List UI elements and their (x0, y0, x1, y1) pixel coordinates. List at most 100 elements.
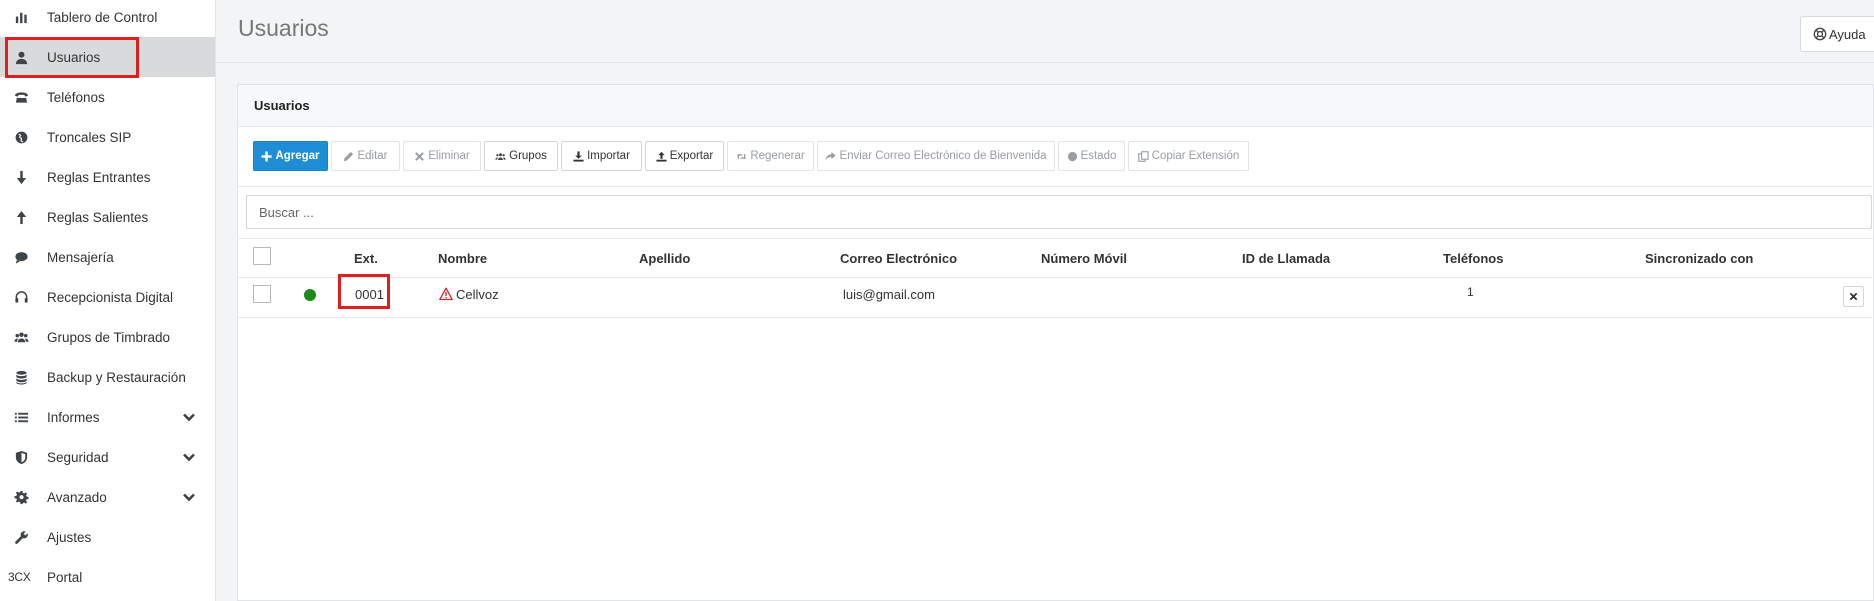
export-label: Exportar (669, 150, 714, 162)
gear-icon (12, 488, 30, 506)
phone-icon (12, 88, 30, 106)
group-icon (495, 151, 506, 162)
column-header-ext[interactable]: Ext. (354, 251, 378, 266)
plus-icon (261, 150, 272, 162)
search-input[interactable] (246, 195, 1872, 229)
sidebar-item-digital-receptionist[interactable]: Recepcionista Digital (0, 277, 215, 317)
table-header-divider (238, 277, 1873, 278)
sidebar-item-users[interactable]: Usuarios (0, 37, 215, 77)
chevron-down-icon[interactable] (182, 490, 196, 504)
cell-first-name-text: Cellvoz (456, 287, 499, 302)
column-header-first-name[interactable]: Nombre (438, 251, 487, 266)
sidebar-item-label: Reglas Salientes (47, 209, 149, 225)
sidebar-item-label: Seguridad (47, 449, 109, 465)
sidebar-item-reports[interactable]: Informes (0, 397, 215, 437)
sidebar-item-backup-restore[interactable]: Backup y Restauración (0, 357, 215, 397)
regenerate-label: Regenerar (750, 150, 805, 162)
sidebar-item-ring-groups[interactable]: Grupos de Timbrado (0, 317, 215, 357)
status-indicator (304, 289, 316, 301)
import-label: Importar (587, 150, 630, 162)
cell-phones: 1 (1467, 285, 1474, 299)
import-button[interactable]: Importar (561, 141, 642, 171)
help-button[interactable]: Ayuda (1800, 16, 1874, 52)
sidebar-item-settings[interactable]: Ajustes (0, 517, 215, 557)
sidebar-item-label: Grupos de Timbrado (47, 329, 171, 345)
headset-icon (12, 288, 30, 306)
edit-label: Editar (357, 150, 388, 162)
wrench-icon (12, 528, 30, 546)
sidebar-item-label: Informes (47, 409, 100, 425)
panel-title: Usuarios (254, 98, 310, 113)
column-header-phones[interactable]: Teléfonos (1443, 251, 1503, 266)
chat-icon (12, 248, 30, 266)
sidebar-item-label: Portal (47, 569, 83, 585)
row-delete-button[interactable] (1843, 286, 1864, 307)
delete-label: Eliminar (428, 150, 470, 162)
download-icon (573, 150, 584, 162)
column-header-synced-with[interactable]: Sincronizado con (1645, 251, 1753, 266)
cell-email: luis@gmail.com (843, 287, 935, 302)
close-icon (414, 151, 425, 162)
sidebar-item-outbound-rules[interactable]: Reglas Salientes (0, 197, 215, 237)
help-label: Ayuda (1829, 26, 1866, 42)
cell-ext: 0001 (355, 287, 384, 302)
users-panel: Usuarios Agregar Editar Eliminar Grupos … (237, 84, 1874, 601)
sidebar-item-inbound-rules[interactable]: Reglas Entrantes (0, 157, 215, 197)
globe-icon (12, 128, 30, 146)
add-label: Agregar (275, 150, 320, 162)
toolbar-divider (238, 186, 1873, 187)
sidebar-item-label: Troncales SIP (47, 129, 132, 145)
page-title: Usuarios (238, 15, 329, 41)
groups-button[interactable]: Grupos (484, 141, 558, 171)
shield-icon (12, 448, 30, 466)
groups-label: Grupos (509, 150, 547, 162)
sidebar-item-advanced[interactable]: Avanzado (0, 477, 215, 517)
table-top-divider (238, 238, 1873, 239)
arrow-up-icon (12, 208, 30, 226)
status-button[interactable]: Estado (1058, 141, 1125, 171)
chevron-down-icon[interactable] (182, 410, 196, 424)
chevron-down-icon[interactable] (182, 450, 196, 464)
share-icon (825, 151, 836, 162)
cell-first-name: Cellvoz (439, 287, 499, 302)
table-row-divider (238, 317, 1873, 318)
send-welcome-email-button[interactable]: Enviar Correo Electrónico de Bienvenida (817, 141, 1055, 171)
retweet-icon (736, 151, 747, 162)
export-button[interactable]: Exportar (645, 141, 724, 171)
sidebar-item-label: Recepcionista Digital (47, 289, 174, 305)
delete-button[interactable]: Eliminar (403, 141, 481, 171)
sidebar-item-label: Avanzado (47, 489, 107, 505)
copy-extension-label: Copiar Extensión (1151, 150, 1240, 162)
sidebar-item-security[interactable]: Seguridad (0, 437, 215, 477)
sidebar-item-label: Backup y Restauración (47, 369, 186, 385)
column-header-email[interactable]: Correo Electrónico (840, 251, 957, 266)
group-icon (12, 328, 30, 346)
regenerate-button[interactable]: Regenerar (727, 141, 814, 171)
close-icon (1849, 292, 1858, 301)
sidebar-item-label: Reglas Entrantes (47, 169, 151, 185)
copy-icon (1137, 150, 1149, 162)
circle-icon (1067, 151, 1078, 162)
row-checkbox[interactable] (253, 285, 271, 303)
sidebar-item-dashboard[interactable]: Tablero de Control (0, 0, 215, 37)
sidebar-item-sip-trunks[interactable]: Troncales SIP (0, 117, 215, 157)
column-header-caller-id[interactable]: ID de Llamada (1242, 251, 1330, 266)
sidebar-item-phones[interactable]: Teléfonos (0, 77, 215, 117)
panel-header: Usuarios (238, 85, 1873, 127)
sidebar-item-messaging[interactable]: Mensajería (0, 237, 215, 277)
upload-icon (656, 151, 667, 162)
column-header-mobile[interactable]: Número Móvil (1041, 251, 1127, 266)
list-icon (12, 408, 30, 426)
sidebar-item-label: Teléfonos (47, 89, 105, 105)
column-header-last-name[interactable]: Apellido (639, 251, 690, 266)
sidebar-item-portal[interactable]: 3CX Portal (0, 557, 215, 597)
select-all-checkbox[interactable] (253, 247, 271, 265)
arrow-down-icon (12, 168, 30, 186)
add-button[interactable]: Agregar (253, 141, 328, 171)
3cx-logo: 3CX (8, 570, 31, 584)
copy-extension-button[interactable]: Copiar Extensión (1128, 141, 1249, 171)
sidebar-item-label: Ajustes (47, 529, 92, 545)
edit-button[interactable]: Editar (331, 141, 400, 171)
warning-icon (439, 287, 453, 301)
pencil-icon (343, 151, 354, 162)
